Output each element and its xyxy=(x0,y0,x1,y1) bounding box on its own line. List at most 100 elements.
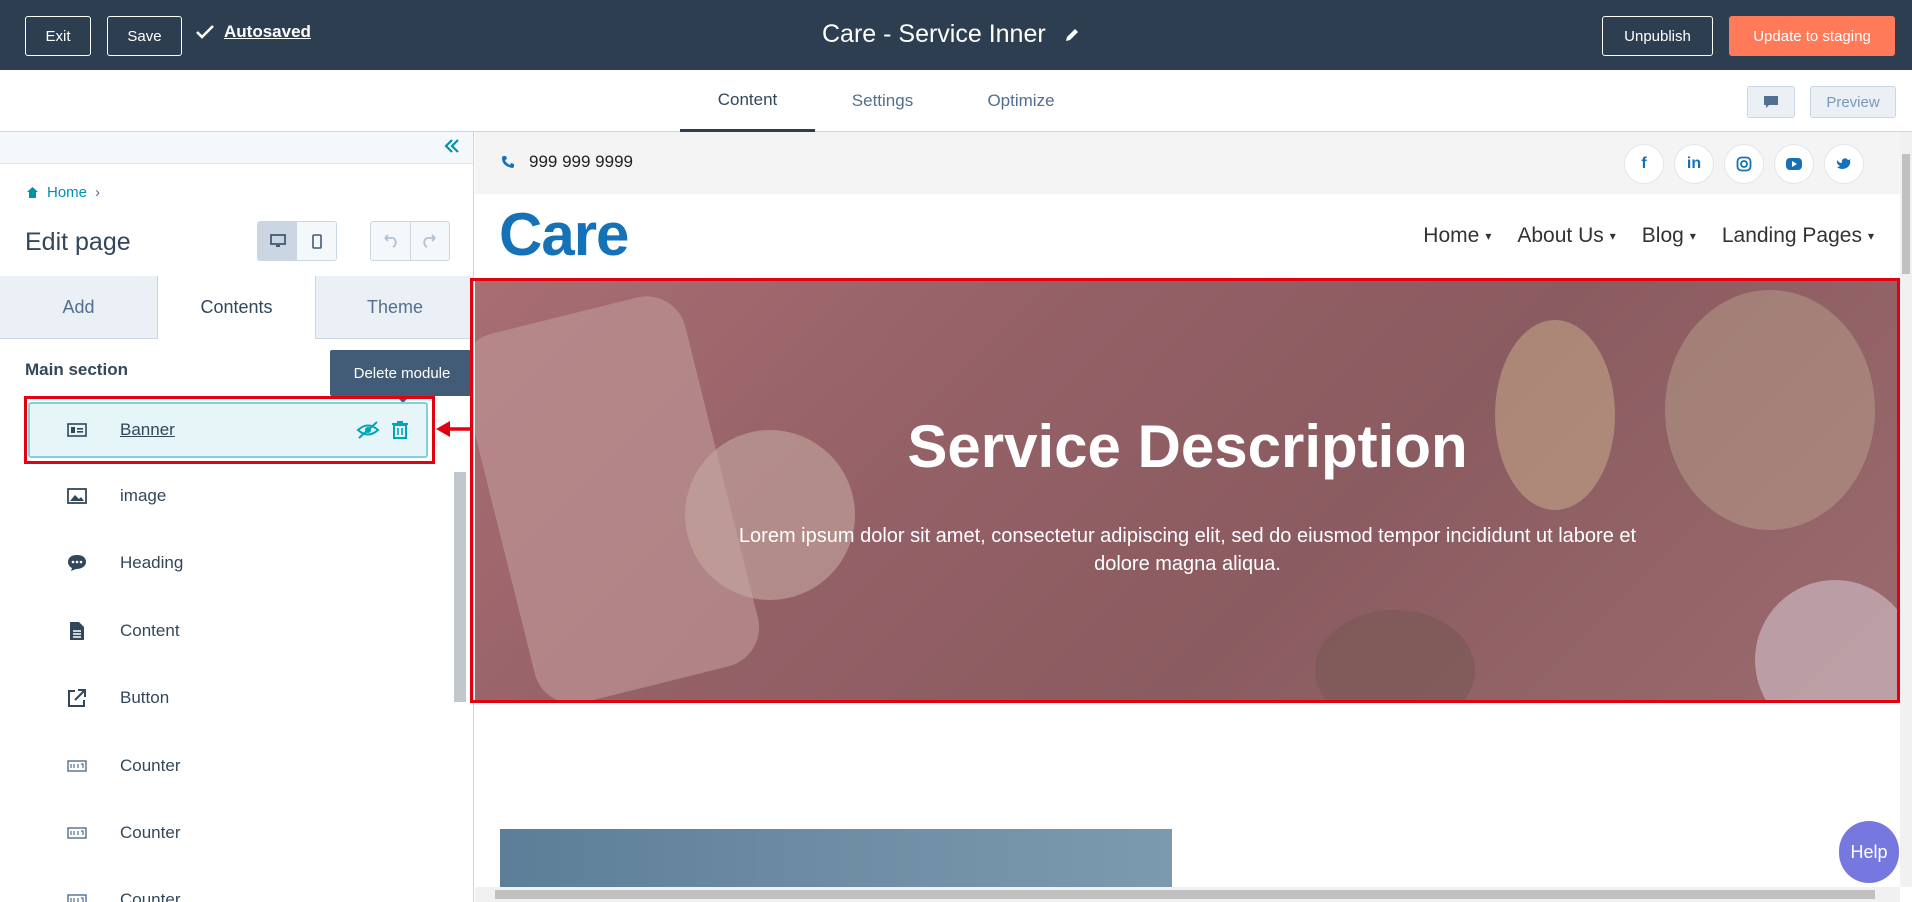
preview-button[interactable]: Preview xyxy=(1810,86,1896,118)
editor-tabbar: Content Settings Optimize Preview xyxy=(0,70,1912,132)
phone-icon xyxy=(502,156,514,168)
undo-button[interactable] xyxy=(371,222,410,260)
counter-icon xyxy=(67,827,87,839)
content-icon xyxy=(70,622,84,640)
banner-icon xyxy=(67,423,87,437)
redo-icon xyxy=(423,234,436,248)
youtube-icon[interactable] xyxy=(1774,144,1814,184)
chevron-down-icon: ▾ xyxy=(1485,229,1492,243)
pencil-icon[interactable] xyxy=(1064,27,1080,43)
facebook-icon[interactable]: f xyxy=(1624,144,1664,184)
module-label: Content xyxy=(120,621,180,640)
chevron-right-icon: › xyxy=(95,184,101,201)
instagram-icon[interactable] xyxy=(1724,144,1764,184)
panel-tabs: Add Contents Theme xyxy=(0,276,473,339)
chevron-down-icon: ▾ xyxy=(1609,229,1616,243)
preview-vertical-scrollbar[interactable] xyxy=(1900,132,1912,887)
module-banner[interactable]: Banner xyxy=(28,402,428,458)
delete-module-tooltip: Delete module xyxy=(330,350,473,403)
check-icon xyxy=(196,25,214,39)
tab-theme[interactable]: Theme xyxy=(316,276,473,339)
page-preview: 999 999 9999 f in Care Home ▾ About Us ▾ B… xyxy=(475,132,1912,902)
flower-shape xyxy=(1755,580,1900,700)
unpublish-button[interactable]: Unpublish xyxy=(1602,16,1713,56)
site-nav: Home ▾ About Us ▾ Blog ▾ Landing Pages ▾ xyxy=(1423,224,1874,248)
page-title[interactable]: Care - Service Inner xyxy=(822,20,1080,49)
external-link-icon xyxy=(68,689,86,707)
module-content[interactable]: Content xyxy=(30,603,430,659)
edit-sidebar: Home › Edit page Add Contents Theme Main… xyxy=(0,132,474,902)
eye-hidden-icon[interactable] xyxy=(356,421,380,439)
exit-button[interactable]: Exit xyxy=(25,16,91,56)
autosaved-status[interactable]: Autosaved xyxy=(196,22,311,42)
update-to-staging-button[interactable]: Update to staging xyxy=(1729,16,1895,56)
tab-settings[interactable]: Settings xyxy=(815,70,950,132)
bowl-shape xyxy=(1315,610,1475,700)
scroll-thumb[interactable] xyxy=(1902,154,1910,274)
sidebar-collapse-row xyxy=(0,132,473,164)
edit-page-title: Edit page xyxy=(25,228,131,256)
linkedin-icon[interactable]: in xyxy=(1674,144,1714,184)
desktop-view-button[interactable] xyxy=(258,222,297,260)
tab-content[interactable]: Content xyxy=(680,70,815,132)
site-logo[interactable]: Care xyxy=(499,200,629,269)
trash-icon[interactable] xyxy=(392,421,408,439)
twitter-icon[interactable] xyxy=(1824,144,1864,184)
heading-icon xyxy=(68,555,86,571)
sidebar-scrollbar[interactable] xyxy=(454,472,466,702)
phone-number: 999 999 9999 xyxy=(529,152,633,171)
module-label: Counter xyxy=(120,823,181,842)
nav-about[interactable]: About Us ▾ xyxy=(1517,224,1615,248)
module-counter[interactable]: Counter xyxy=(30,872,430,902)
breadcrumb[interactable]: Home › xyxy=(26,184,100,201)
counter-icon xyxy=(67,760,87,772)
red-arrow-icon xyxy=(436,421,472,437)
site-phone: 999 999 9999 xyxy=(501,152,633,172)
chevron-down-icon: ▾ xyxy=(1689,229,1696,243)
module-image[interactable]: image xyxy=(30,468,430,524)
scroll-thumb[interactable] xyxy=(495,890,1875,899)
editor-topbar: Exit Save Autosaved Care - Service Inner… xyxy=(0,0,1912,70)
image-icon xyxy=(67,488,87,504)
module-counter[interactable]: Counter xyxy=(30,805,430,861)
save-button[interactable]: Save xyxy=(107,16,182,56)
social-icons: f in xyxy=(1624,144,1864,184)
tab-contents[interactable]: Contents xyxy=(158,276,316,339)
sponge-shape xyxy=(1665,290,1875,530)
mobile-icon xyxy=(311,233,322,249)
module-label: Heading xyxy=(120,553,184,572)
tab-optimize[interactable]: Optimize xyxy=(950,70,1092,132)
banner-module[interactable]: Service Description Lorem ipsum dolor si… xyxy=(475,280,1900,700)
module-label: Banner xyxy=(120,420,175,439)
mobile-view-button[interactable] xyxy=(297,222,336,260)
undo-redo-group xyxy=(370,221,450,261)
tab-add[interactable]: Add xyxy=(0,276,158,339)
comment-icon xyxy=(1764,96,1778,108)
chevron-down-icon: ▾ xyxy=(1867,229,1874,243)
nav-home[interactable]: Home ▾ xyxy=(1423,224,1491,248)
module-actions xyxy=(356,421,408,439)
comment-button[interactable] xyxy=(1747,86,1795,118)
breadcrumb-home[interactable]: Home xyxy=(47,184,87,201)
banner-title: Service Description xyxy=(907,413,1468,480)
redo-button[interactable] xyxy=(409,222,450,260)
main-section-title: Main section xyxy=(25,360,128,379)
nav-landing-pages[interactable]: Landing Pages ▾ xyxy=(1722,224,1874,248)
counter-icon xyxy=(67,894,87,902)
autosaved-label: Autosaved xyxy=(224,22,311,41)
undo-icon xyxy=(384,234,397,248)
module-label: Button xyxy=(120,688,170,707)
desktop-icon xyxy=(269,234,286,247)
module-label: Counter xyxy=(120,890,181,902)
device-toggle xyxy=(257,221,337,261)
home-icon xyxy=(27,187,38,198)
help-button[interactable]: Help xyxy=(1839,821,1899,883)
module-counter[interactable]: Counter xyxy=(30,738,430,794)
site-topbar: 999 999 9999 f in xyxy=(475,132,1900,194)
preview-horizontal-scrollbar[interactable] xyxy=(475,887,1900,902)
nav-blog[interactable]: Blog ▾ xyxy=(1642,224,1696,248)
double-chevron-left-icon[interactable] xyxy=(442,136,462,156)
banner-text: Lorem ipsum dolor sit amet, consectetur … xyxy=(738,525,1637,575)
module-heading[interactable]: Heading xyxy=(30,535,430,591)
module-button[interactable]: Button xyxy=(30,670,430,726)
